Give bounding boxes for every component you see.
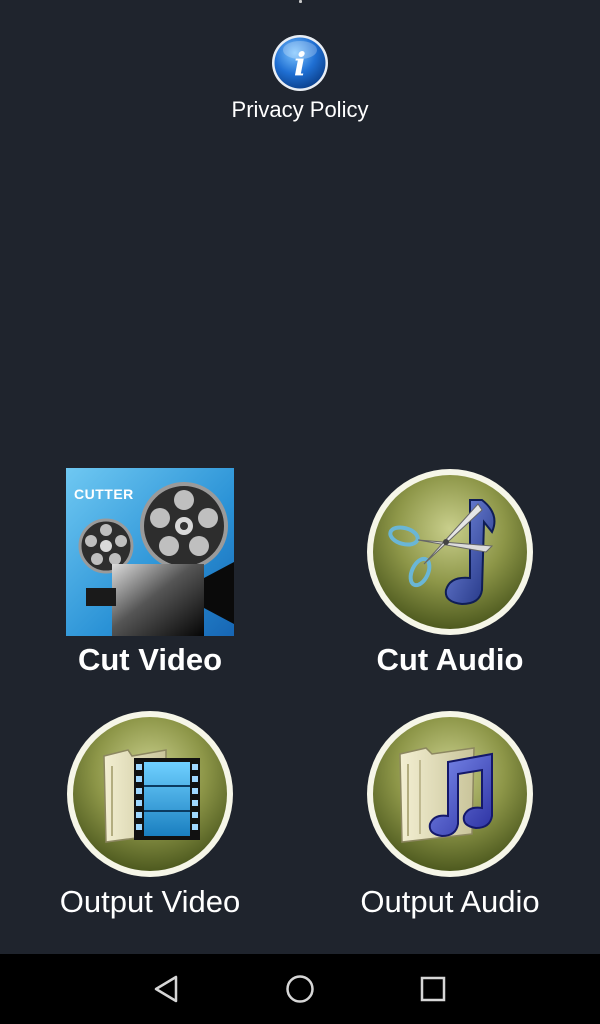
cut-video-label: Cut Video xyxy=(77,642,223,677)
app-screen: i Privacy Policy CUTTER Cut Video Cut Au… xyxy=(0,0,600,1024)
cut-audio-button[interactable]: Cut Audio xyxy=(300,466,600,696)
info-letter: i xyxy=(294,45,306,83)
output-audio-label: Output Audio xyxy=(360,884,540,919)
recent-apps-square-icon[interactable] xyxy=(413,969,453,1009)
cut-video-button[interactable]: CUTTER Cut Video xyxy=(0,466,300,696)
folder-music-icon xyxy=(366,710,534,878)
info-icon: i xyxy=(272,35,328,91)
output-video-button[interactable]: Output Video xyxy=(0,708,300,938)
privacy-policy-button[interactable]: i Privacy Policy xyxy=(200,30,400,130)
output-audio-button[interactable]: Output Audio xyxy=(300,708,600,938)
home-circle-icon[interactable] xyxy=(280,969,320,1009)
scissors-music-note-icon xyxy=(366,468,534,636)
system-navigation-bar xyxy=(0,954,600,1024)
output-video-label: Output Video xyxy=(59,884,241,919)
cutter-badge: CUTTER xyxy=(74,486,134,502)
privacy-policy-label: Privacy Policy xyxy=(231,97,369,122)
folder-film-icon xyxy=(66,710,234,878)
film-projector-icon: CUTTER xyxy=(66,468,234,636)
back-triangle-icon[interactable] xyxy=(147,969,187,1009)
status-bar-remnant xyxy=(299,0,302,3)
cut-audio-label: Cut Audio xyxy=(376,642,524,677)
